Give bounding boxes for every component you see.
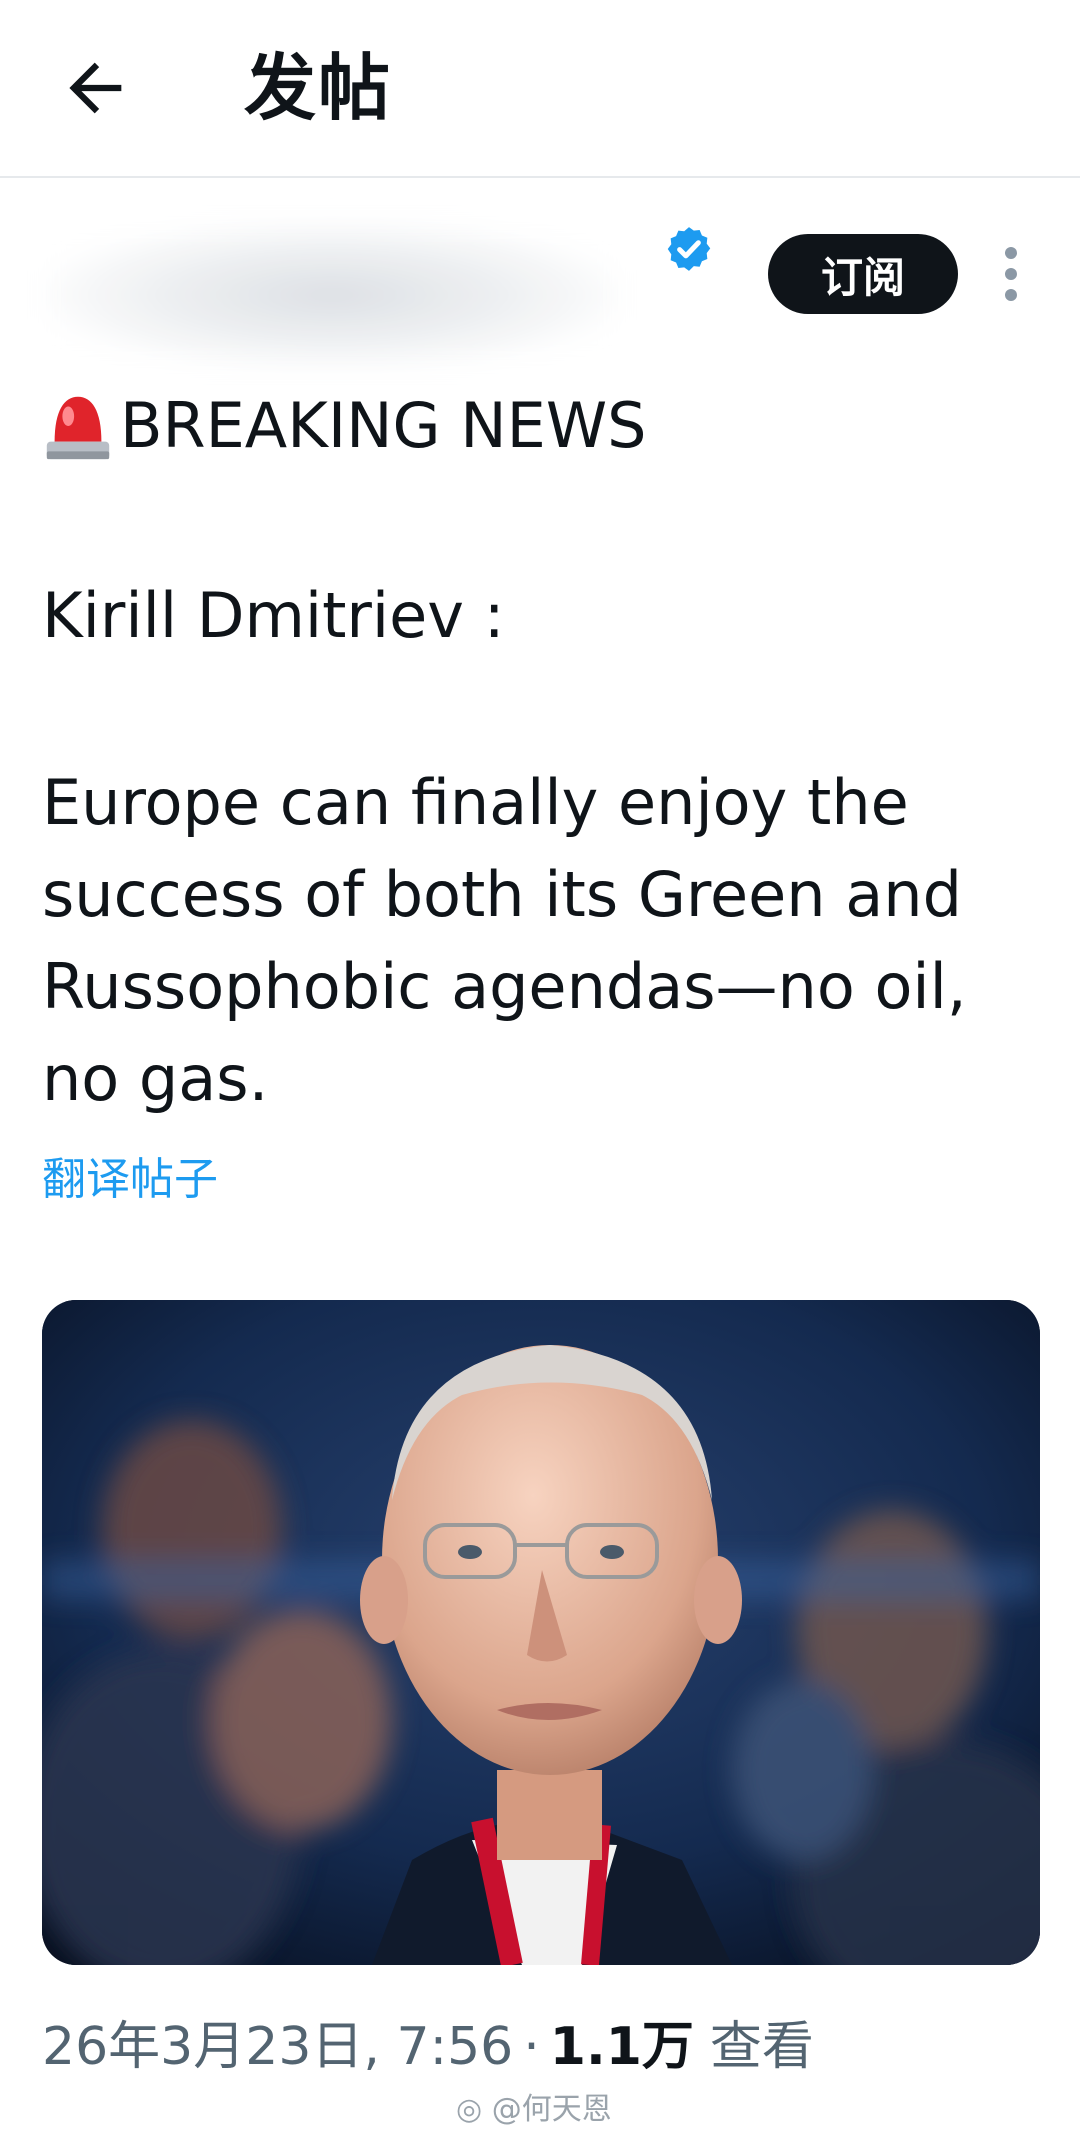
quoted-name: Kirill Dmitriev :	[42, 579, 505, 652]
weibo-icon: ◎	[456, 2092, 483, 2127]
page-title: 发帖	[244, 46, 393, 130]
subscribe-button[interactable]: 订阅	[768, 234, 958, 314]
tweet-body-line: success of both its Green and	[42, 858, 962, 931]
post-meta: 26年3月23日, 7:56 · 1.1万 查看	[42, 2012, 814, 2082]
media-image[interactable]	[42, 1300, 1040, 1965]
tweet-body-line: no gas.	[42, 1042, 269, 1115]
portrait-photo	[42, 1300, 1040, 1965]
more-vertical-icon[interactable]	[996, 244, 1026, 304]
author-name-blurred[interactable]	[42, 220, 622, 370]
breaking-text: BREAKING NEWS	[120, 389, 647, 462]
tweet-body: Europe can finally enjoy the success of …	[42, 757, 1042, 1125]
top-bar: 发帖	[0, 0, 1080, 178]
view-count: 1.1万	[549, 2017, 694, 2077]
tweet-body-line: Russophobic agendas—no oil,	[42, 950, 967, 1023]
watermark: ◎ @何天恩	[456, 2090, 612, 2130]
view-label: 查看	[709, 2017, 814, 2077]
post-timestamp[interactable]: 26年3月23日, 7:56	[42, 2012, 513, 2082]
verified-badge-icon	[667, 227, 711, 271]
breaking-line: BREAKING NEWS	[42, 380, 1042, 472]
arrow-left-icon[interactable]	[58, 50, 134, 126]
watermark-text: @何天恩	[491, 2092, 612, 2127]
police-siren-icon	[46, 396, 110, 460]
translate-post-link[interactable]: 翻译帖子	[42, 1150, 218, 1210]
tweet-body-line: Europe can finally enjoy the	[42, 766, 909, 839]
meta-separator: ·	[523, 2017, 540, 2077]
